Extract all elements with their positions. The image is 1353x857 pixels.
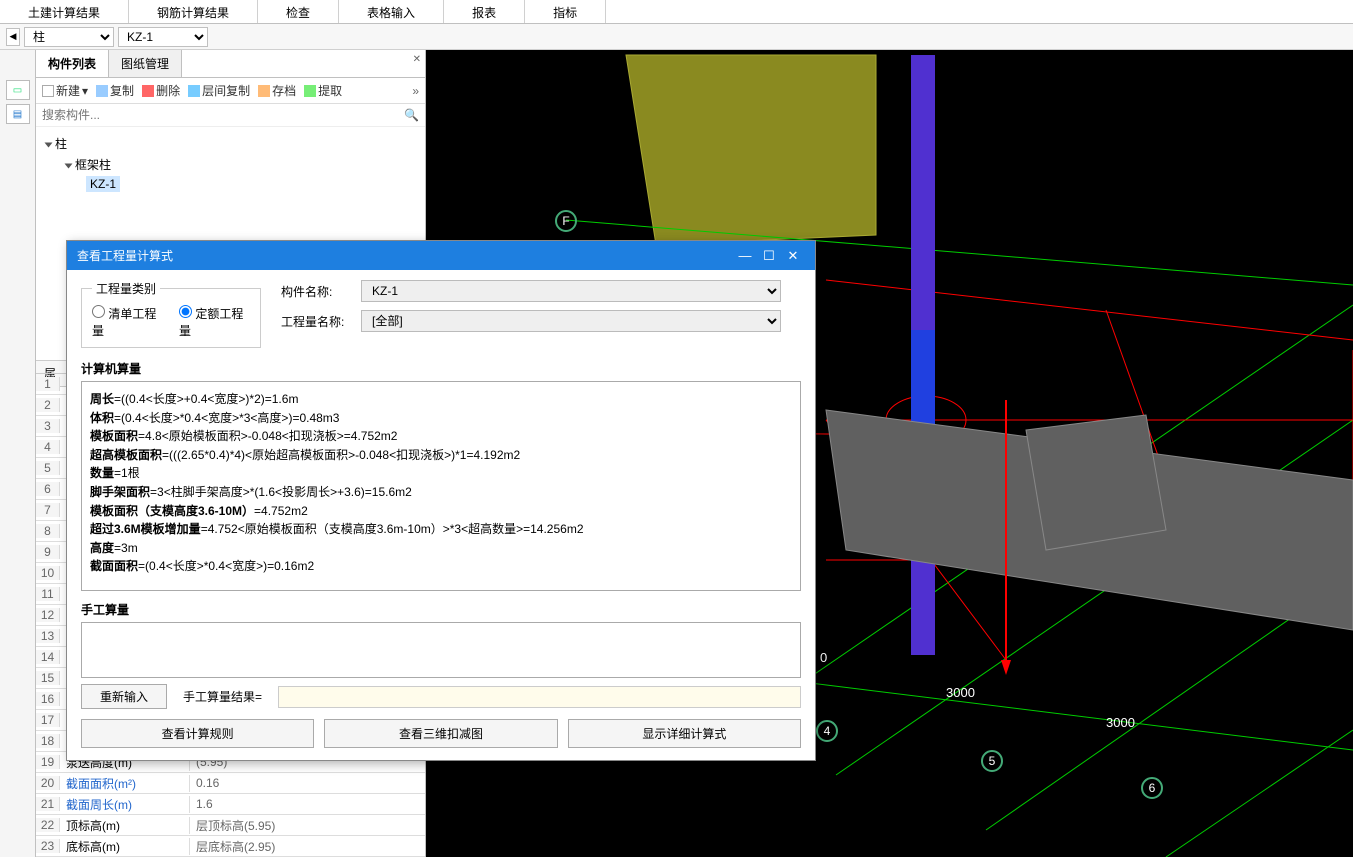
tab-index[interactable]: 指标 bbox=[525, 0, 606, 23]
calc-line: 高度=3m bbox=[90, 539, 792, 558]
calc-line: 截面面积=(0.4<长度>*0.4<宽度>)=0.16m2 bbox=[90, 557, 792, 576]
calculation-dialog: 查看工程量计算式 — ☐ ✕ 工程量类别 清单工程量 定额工程量 构件名称: K… bbox=[66, 240, 816, 761]
dialog-title: 查看工程量计算式 bbox=[77, 247, 173, 264]
axis-mark-6: 6 bbox=[1141, 777, 1163, 799]
dialog-titlebar[interactable]: 查看工程量计算式 — ☐ ✕ bbox=[67, 241, 815, 270]
tab-table-input[interactable]: 表格输入 bbox=[339, 0, 444, 23]
minimize-icon[interactable]: — bbox=[733, 248, 757, 263]
comp-name-select[interactable]: KZ-1 bbox=[361, 280, 781, 302]
archive-icon bbox=[258, 85, 270, 97]
selector-toolbar: ◀ 柱 KZ-1 bbox=[0, 24, 1353, 50]
manual-section-title: 手工算量 bbox=[81, 601, 801, 618]
extract-button[interactable]: 提取 bbox=[304, 82, 342, 99]
category-legend: 工程量类别 bbox=[92, 280, 160, 297]
manual-result-label: 手工算量结果= bbox=[183, 688, 262, 705]
nav-left-icon[interactable]: ◀ bbox=[6, 28, 20, 46]
qty-name-label: 工程量名称: bbox=[281, 313, 351, 330]
manual-calc-box[interactable] bbox=[81, 622, 801, 678]
new-button[interactable]: 新建 ▾ bbox=[42, 82, 88, 99]
tab-rebar[interactable]: 钢筋计算结果 bbox=[129, 0, 258, 23]
panel-tab-components[interactable]: 构件列表 bbox=[36, 50, 109, 77]
name-select[interactable]: KZ-1 bbox=[118, 27, 208, 47]
reenter-button[interactable]: 重新输入 bbox=[81, 684, 167, 709]
type-select[interactable]: 柱 bbox=[24, 27, 114, 47]
radio-list[interactable]: 清单工程量 bbox=[92, 305, 163, 339]
search-input[interactable] bbox=[42, 108, 404, 122]
calc-line: 超高模板面积=(((2.65*0.4)*4)<原始超高模板面积>-0.048<扣… bbox=[90, 446, 792, 465]
panel-close-icon[interactable]: ✕ bbox=[413, 54, 421, 65]
calc-line: 模板面积=4.8<原始模板面积>-0.048<扣现浇板>=4.752m2 bbox=[90, 427, 792, 446]
tree-root[interactable]: 柱 bbox=[46, 133, 415, 154]
axis-mark-4: 4 bbox=[816, 720, 838, 742]
computer-calc-box[interactable]: 周长=((0.4<长度>+0.4<宽度>)*2)=1.6m体积=(0.4<长度>… bbox=[81, 381, 801, 591]
left-icon-strip: ▭ ▤ bbox=[0, 50, 36, 857]
calc-line: 脚手架面积=3<柱脚手架高度>*(1.6<投影周长>+3.6)=15.6m2 bbox=[90, 483, 792, 502]
search-icon[interactable]: 🔍 bbox=[404, 108, 419, 122]
close-icon[interactable]: ✕ bbox=[781, 248, 805, 264]
tab-check[interactable]: 检查 bbox=[258, 0, 339, 23]
copy-icon bbox=[96, 85, 108, 97]
tab-earthwork[interactable]: 土建计算结果 bbox=[0, 0, 129, 23]
calc-line: 周长=((0.4<长度>+0.4<宽度>)*2)=1.6m bbox=[90, 390, 792, 409]
manual-result-value bbox=[278, 686, 801, 708]
dim-2: 3000 bbox=[1106, 715, 1135, 730]
delete-icon bbox=[142, 85, 154, 97]
radio-quota[interactable]: 定额工程量 bbox=[179, 305, 250, 339]
component-toolbar: 新建 ▾ 复制 删除 层间复制 存档 提取 » bbox=[36, 78, 425, 104]
layer-copy-button[interactable]: 层间复制 bbox=[188, 82, 250, 99]
new-icon bbox=[42, 85, 54, 97]
copy-button[interactable]: 复制 bbox=[96, 82, 134, 99]
dim-1: 3000 bbox=[946, 685, 975, 700]
top-tab-bar: 土建计算结果 钢筋计算结果 检查 表格输入 报表 指标 bbox=[0, 0, 1353, 24]
tool-icon-2[interactable]: ▤ bbox=[6, 104, 30, 124]
prop-row[interactable]: 23底标高(m)层底标高(2.95) bbox=[36, 836, 425, 857]
calc-line: 模板面积（支模高度3.6-10M）=4.752m2 bbox=[90, 502, 792, 521]
panel-tab-drawings[interactable]: 图纸管理 bbox=[109, 50, 182, 77]
prop-row[interactable]: 20截面面积(m²)0.16 bbox=[36, 773, 425, 794]
tool-icon-1[interactable]: ▭ bbox=[6, 80, 30, 100]
prop-row[interactable]: 21截面周长(m)1.6 bbox=[36, 794, 425, 815]
layer-copy-icon bbox=[188, 85, 200, 97]
prop-row[interactable]: 22顶标高(m)层顶标高(5.95) bbox=[36, 815, 425, 836]
tree-child[interactable]: 框架柱 bbox=[46, 154, 415, 175]
qty-name-select[interactable]: [全部] bbox=[361, 310, 781, 332]
view-3d-button[interactable]: 查看三维扣减图 bbox=[324, 719, 557, 748]
calc-line: 体积=(0.4<长度>*0.4<宽度>*3<高度>)=0.48m3 bbox=[90, 409, 792, 428]
comp-name-label: 构件名称: bbox=[281, 283, 351, 300]
component-tree: 柱 框架柱 KZ-1 bbox=[36, 127, 425, 199]
calc-line: 超过3.6M模板增加量=4.752<原始模板面积（支模高度3.6m-10m）>*… bbox=[90, 520, 792, 539]
delete-button[interactable]: 删除 bbox=[142, 82, 180, 99]
axis-mark-5: 5 bbox=[981, 750, 1003, 772]
calc-line: 数量=1根 bbox=[90, 464, 792, 483]
show-detail-button[interactable]: 显示详细计算式 bbox=[568, 719, 801, 748]
view-rules-button[interactable]: 查看计算规则 bbox=[81, 719, 314, 748]
archive-button[interactable]: 存档 bbox=[258, 82, 296, 99]
more-tools-icon[interactable]: » bbox=[412, 84, 419, 98]
axis-mark-f: F bbox=[555, 210, 577, 232]
extract-icon bbox=[304, 85, 316, 97]
maximize-icon[interactable]: ☐ bbox=[757, 248, 781, 264]
computer-section-title: 计算机算量 bbox=[81, 360, 801, 377]
dim-0: 0 bbox=[820, 650, 827, 665]
tab-report[interactable]: 报表 bbox=[444, 0, 525, 23]
tree-leaf[interactable]: KZ-1 bbox=[46, 175, 415, 193]
